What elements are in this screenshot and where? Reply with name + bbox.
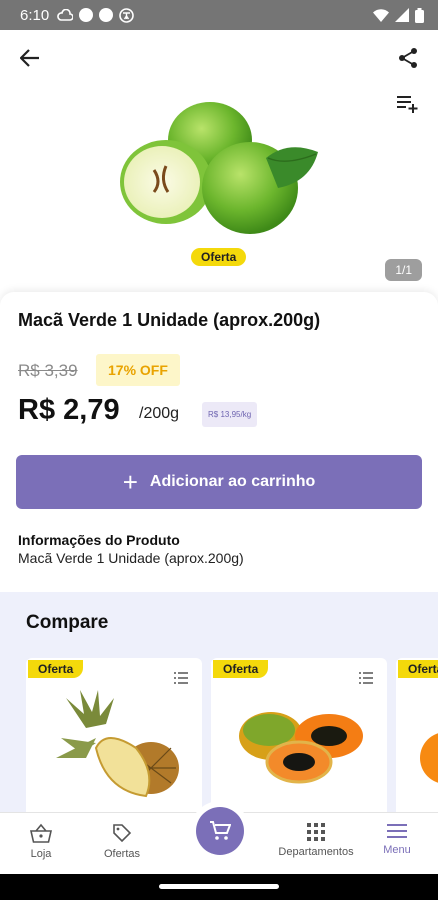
orange-image [420,733,438,783]
image-counter: 1/1 [385,259,422,281]
cart-icon [210,821,231,840]
compare-heading: Compare [26,612,109,633]
price-unit: /200g [139,405,180,422]
back-button[interactable] [14,42,46,74]
product-image [120,102,318,234]
hamburger-icon [387,824,407,838]
grid-icon [307,823,325,841]
gesture-bar [0,874,438,900]
nav-label: Menu [383,844,411,856]
home-indicator[interactable] [159,884,279,889]
nav-departamentos[interactable]: Departamentos [276,823,356,858]
nav-label: Departamentos [278,846,354,858]
battery-icon [415,7,424,23]
status-time: 6:10 [20,6,50,24]
wifi-icon [373,8,389,22]
nav-label: Ofertas [103,848,141,860]
add-to-list-button[interactable] [392,88,424,120]
offer-badge: Oferta [213,660,269,678]
current-price: R$ 2,79 [18,394,120,426]
share-icon [399,48,417,68]
bottom-navigation: Loja Ofertas Departamentos Menu [0,807,438,874]
offer-badge: Oferta [28,660,84,678]
old-price: R$ 3,39 [18,361,78,380]
pineapple-image [56,690,179,798]
notification-icon [99,8,114,22]
list-icon[interactable] [359,672,373,684]
product-details: Macã Verde 1 Unidade (aprox.200g) R$ 3,3… [0,292,438,592]
status-bar: 6:10 [0,0,438,30]
add-to-cart-label: Adicionar ao carrinho [149,473,316,490]
info-heading: Informações do Produto [18,532,180,548]
add-to-cart-button[interactable]: + Adicionar ao carrinho [16,455,422,509]
product-title: Macã Verde 1 Unidade (aprox.200g) [18,310,321,330]
signal-icon [395,8,409,22]
nav-label: Loja [30,848,52,860]
tag-icon [113,824,132,843]
compare-section: Compare Oferta Oferta Oferta [0,592,438,822]
share-button[interactable] [392,42,424,74]
nav-menu[interactable]: Menu [357,823,437,856]
discount-tag: 17% OFF [96,354,180,386]
info-text: Macã Verde 1 Unidade (aprox.200g) [18,550,244,566]
offer-badge: Oferta [191,248,247,266]
playlist-add-icon [397,96,418,113]
notification-icon [79,8,94,22]
accessibility-icon [119,7,135,23]
compare-card[interactable]: Oferta [211,658,387,822]
cloud-icon [57,9,74,21]
arrow-left-icon [20,49,39,67]
list-icon[interactable] [174,672,188,684]
price-per-kg: R$ 13,95/kg [202,402,258,427]
cart-button[interactable] [196,807,244,855]
compare-card[interactable]: Oferta [396,658,438,822]
nav-loja[interactable]: Loja [1,823,81,860]
offer-badge: Oferta [398,660,438,678]
nav-ofertas[interactable]: Ofertas [82,823,162,860]
plus-icon: + [122,467,138,497]
papaya-image [239,712,363,784]
compare-card[interactable]: Oferta [26,658,202,822]
basket-icon [30,823,52,843]
